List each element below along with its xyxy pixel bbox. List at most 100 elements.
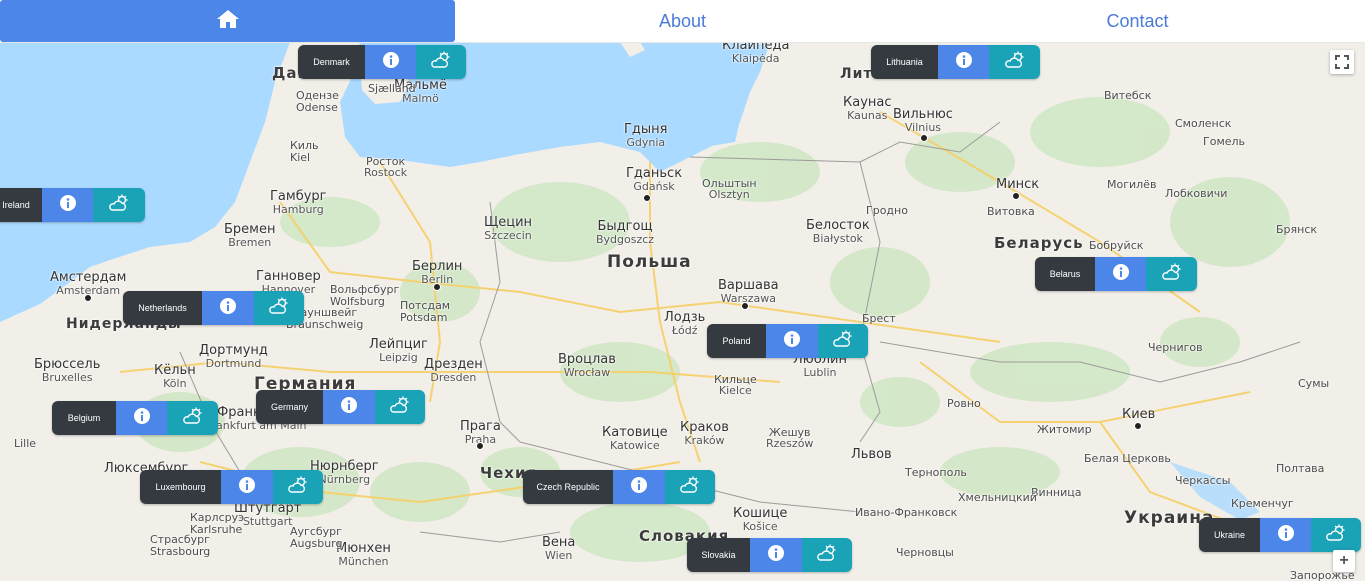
city-dot [1012,192,1020,200]
city-wroclaw: Вроцлав Wrocław [558,353,616,379]
weather-button[interactable] [273,470,323,504]
info-button[interactable] [938,45,989,79]
city-latin: Kaunas [847,109,888,122]
info-icon [238,476,256,499]
weather-button[interactable] [375,390,425,424]
info-button[interactable] [202,291,254,325]
city-latin: Olsztyn [708,188,750,201]
info-icon [1112,263,1130,286]
marker-name: Ukraine [1199,518,1260,552]
partly-cloudy-icon [108,194,130,217]
partly-cloudy-icon [182,407,204,430]
city-bremen: Бремен Bremen [224,223,275,249]
partly-cloudy-icon [816,544,838,567]
partly-cloudy-icon [287,476,309,499]
info-button[interactable] [750,538,802,572]
small-label: Sjælland [368,82,416,95]
weather-button[interactable] [1311,518,1361,552]
weather-button[interactable] [989,45,1040,79]
weather-button[interactable] [167,401,218,435]
weather-button[interactable] [818,324,868,358]
city-dot [84,294,92,302]
partly-cloudy-icon [1325,524,1347,547]
marker-ukraine: Ukraine [1199,518,1361,552]
info-icon [767,544,785,567]
partly-cloudy-icon [1161,263,1183,286]
small-label: Potsdam [400,311,448,324]
city-name: Гамбург [270,189,327,204]
city-name: Катовице [602,425,668,440]
small-label: Полтава [1276,462,1325,475]
city-bialystok: Белосток Białystok [806,219,870,245]
city-krakow: Краков Kraków [680,421,729,447]
small-label: Винница [1031,486,1082,499]
info-button[interactable] [323,390,375,424]
weather-button[interactable] [1146,257,1197,291]
small-label: Черкассы [1175,474,1231,487]
city-latin: Klaipėda [731,52,780,65]
city-bydgoszcz: Быдгощ Bydgoszcz [596,220,654,246]
marker-name: Belgium [52,401,116,435]
info-icon [1277,524,1295,547]
weather-button[interactable] [802,538,852,572]
small-label: Витовка [987,205,1035,218]
small-label: Могилёв [1107,178,1157,191]
small-label: Kiel [290,151,311,164]
weather-button[interactable] [254,291,304,325]
city-leipzig: Лейпциг Leipzig [369,338,428,364]
small-label: Ивано-Франковск [855,506,958,519]
weather-button[interactable] [416,45,466,79]
city-latin: München [338,555,389,568]
small-label: Lille [14,437,37,450]
marker-name: Belarus [1035,257,1095,291]
weather-button[interactable] [93,188,145,222]
info-icon [382,51,400,74]
city-name: Дрезден [424,357,483,372]
small-label: Odense [296,101,338,114]
info-button[interactable] [766,324,818,358]
small-label: Аугсбург [290,525,342,538]
city-name: Вроцлав [558,352,616,367]
city-koln: Кёльн Köln [154,364,196,390]
info-button[interactable] [42,188,93,222]
city-lviv: Львов [851,448,892,461]
city-klaipeda: Клайпеда Klaipėda [722,42,789,65]
city-latin: Łódź [671,324,698,337]
small-label: Бобруйск [1089,239,1144,252]
city-lodz: Лодзь Łódź [664,311,705,337]
zoom-in-button[interactable]: + [1333,550,1355,572]
info-button[interactable] [116,401,167,435]
small-label: Черновцы [896,546,954,559]
nav-home[interactable] [0,0,455,42]
weather-button[interactable] [665,470,715,504]
city-name: Вена [542,535,576,550]
info-button[interactable] [1260,518,1311,552]
marker-name: Slovakia [687,538,750,572]
info-button[interactable] [365,45,416,79]
info-button[interactable] [1095,257,1146,291]
city-latin: Košice [742,520,778,533]
city-name: Прага [460,419,501,434]
nav-about[interactable]: About [455,0,910,42]
city-minsk: Минск [996,178,1039,191]
city-vilnius: Вильнюс Vilnius [893,108,953,134]
fullscreen-button[interactable] [1330,50,1354,74]
city-name: Гдыня [624,122,668,137]
city-latin: Kraków [684,434,725,447]
city-latin: Gdynia [626,136,666,149]
marker-belarus: Belarus [1035,257,1197,291]
info-button[interactable] [221,470,273,504]
city-latin: Kielce [718,384,752,397]
info-icon [340,396,358,419]
small-label: Кременчуг [1231,497,1294,510]
info-button[interactable] [613,470,665,504]
marker-czech-republic: Czech Republic [523,470,715,504]
info-icon [955,51,973,74]
city-latin: Bydgoszcz [596,233,655,246]
info-icon [219,297,237,320]
nav-contact[interactable]: Contact [910,0,1365,42]
marker-belgium: Belgium [52,401,218,435]
city-gdansk: Гданьск Gdańsk [626,167,682,193]
small-label: Киль [290,139,319,152]
city-name: Кошице [733,506,788,521]
